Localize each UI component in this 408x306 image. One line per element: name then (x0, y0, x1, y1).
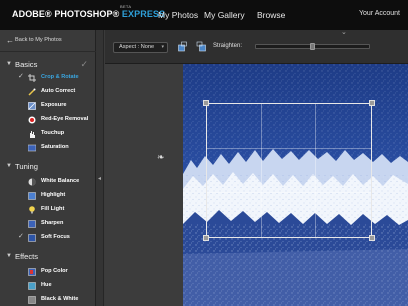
photo-preview[interactable] (183, 64, 408, 306)
tool-label: Red-Eye Removal (41, 116, 89, 122)
crop-grid-line (207, 191, 371, 193)
beta-badge: BETA (120, 4, 132, 9)
tool-label: Sharpen (41, 220, 64, 226)
section-basics[interactable]: ▼ Basics ✓ (0, 58, 96, 72)
aspect-label: Aspect : None (119, 44, 155, 50)
aspect-dropdown[interactable]: Aspect : None ▾ (113, 42, 168, 53)
sidebar-collapse-handle[interactable]: ◂ (96, 30, 104, 306)
crop-handle-bottom-left[interactable] (203, 235, 209, 241)
tool-label: Pop Color (41, 268, 68, 274)
tool-fill-light[interactable]: Fill Light (24, 204, 96, 216)
highlight-icon (28, 192, 36, 200)
chevron-down-icon[interactable]: ⌄ (341, 28, 347, 36)
section-basics-label: Basics (15, 60, 38, 69)
sharpen-icon (28, 220, 36, 228)
crop-selection-box[interactable] (203, 100, 375, 241)
tool-pop-color[interactable]: Pop Color (24, 266, 96, 278)
nav-my-photos[interactable]: My Photos (158, 10, 198, 20)
tool-soft-focus[interactable]: ✓ Soft Focus (18, 232, 96, 244)
crop-grid-line (207, 147, 371, 149)
tool-highlight[interactable]: Highlight (24, 190, 96, 202)
tool-red-eye-removal[interactable]: Red-Eye Removal (24, 114, 96, 126)
app-logo[interactable]: ADOBE® PHOTOSHOP® EXPRESS (12, 9, 165, 19)
expand-triangle-icon: ▼ (6, 253, 12, 259)
expand-triangle-icon: ▼ (6, 61, 12, 67)
section-effects[interactable]: ▼ Effects (0, 250, 96, 264)
crop-toolbar: ⌄ Aspect : None ▾ Straighten: (105, 28, 408, 64)
tool-label: Saturation (41, 144, 69, 150)
logo-adobe-text: ADOBE® PHOTOSHOP® (12, 9, 120, 19)
tool-crop-rotate[interactable]: ✓ Crop & Rotate (18, 72, 96, 84)
tool-touchup[interactable]: Touchup (24, 128, 96, 140)
sidebar: ← Back to My Photos ▼ Basics ✓ ✓ Crop & … (0, 30, 96, 306)
account-link[interactable]: Your Account (359, 10, 400, 17)
section-tuning[interactable]: ▼ Tuning (0, 160, 96, 174)
back-arrow-icon: ← (6, 36, 14, 45)
magic-wand-icon (28, 88, 36, 96)
tool-label: Touchup (41, 130, 65, 136)
tool-label: Highlight (41, 192, 66, 198)
straighten-label: Straighten: (213, 43, 243, 49)
white-balance-icon (28, 178, 36, 186)
section-tuning-label: Tuning (15, 162, 38, 171)
hue-icon (28, 282, 36, 290)
pop-color-icon (28, 268, 36, 276)
crop-handle-top-left[interactable] (203, 100, 209, 106)
rotate-right-icon[interactable] (196, 41, 206, 52)
saturation-icon (28, 144, 36, 152)
nav-browse[interactable]: Browse (257, 10, 285, 20)
app-window: ADOBE® PHOTOSHOP® EXPRESS BETA My Photos… (0, 0, 408, 306)
pan-hand-icon: ❧ (157, 152, 165, 162)
checkmark-icon: ✓ (18, 233, 24, 240)
expand-triangle-icon: ▼ (6, 163, 12, 169)
red-eye-icon (28, 116, 36, 124)
crop-handle-bottom-right[interactable] (369, 235, 375, 241)
hand-icon (30, 131, 35, 138)
tool-black-white[interactable]: Black & White (24, 294, 96, 306)
tool-label: Auto Correct (41, 88, 76, 94)
tool-sharpen[interactable]: Sharpen (24, 218, 96, 230)
slider-knob[interactable] (310, 43, 315, 50)
crop-handle-top-right[interactable] (369, 100, 375, 106)
tool-auto-correct[interactable]: Auto Correct (24, 86, 96, 98)
top-bar: ADOBE® PHOTOSHOP® EXPRESS BETA My Photos… (0, 0, 408, 30)
tool-saturation[interactable]: Saturation (24, 142, 96, 154)
checkmark-icon: ✓ (18, 73, 24, 80)
tool-hue[interactable]: Hue (24, 280, 96, 292)
dropdown-arrow-icon: ▾ (161, 44, 164, 50)
collapse-arrow-icon: ◂ (98, 176, 102, 182)
back-to-photos-button[interactable]: ← Back to My Photos (0, 30, 96, 52)
light-bulb-icon (29, 206, 35, 214)
tool-white-balance[interactable]: White Balance (24, 176, 96, 188)
tool-label: White Balance (41, 178, 80, 184)
nav-my-gallery[interactable]: My Gallery (204, 10, 245, 20)
crop-grid-line (315, 104, 317, 237)
straighten-slider[interactable] (255, 43, 370, 50)
checkmark-icon: ✓ (80, 59, 88, 69)
section-effects-label: Effects (15, 252, 39, 261)
black-white-icon (28, 296, 36, 304)
tool-exposure[interactable]: Exposure (24, 100, 96, 112)
tool-label: Hue (41, 282, 52, 288)
soft-focus-icon (28, 234, 36, 242)
rotate-left-icon[interactable] (178, 41, 188, 52)
tool-label: Crop & Rotate (41, 74, 79, 80)
back-label: Back to My Photos (15, 37, 62, 43)
tool-label: Black & White (41, 296, 79, 302)
editing-canvas[interactable]: ❧ (105, 64, 408, 306)
crop-grid-line (261, 104, 263, 237)
crop-icon (28, 74, 36, 82)
tool-label: Fill Light (41, 206, 65, 212)
tool-label: Exposure (41, 102, 67, 108)
exposure-icon (28, 102, 36, 110)
tool-label: Soft Focus (41, 234, 70, 240)
